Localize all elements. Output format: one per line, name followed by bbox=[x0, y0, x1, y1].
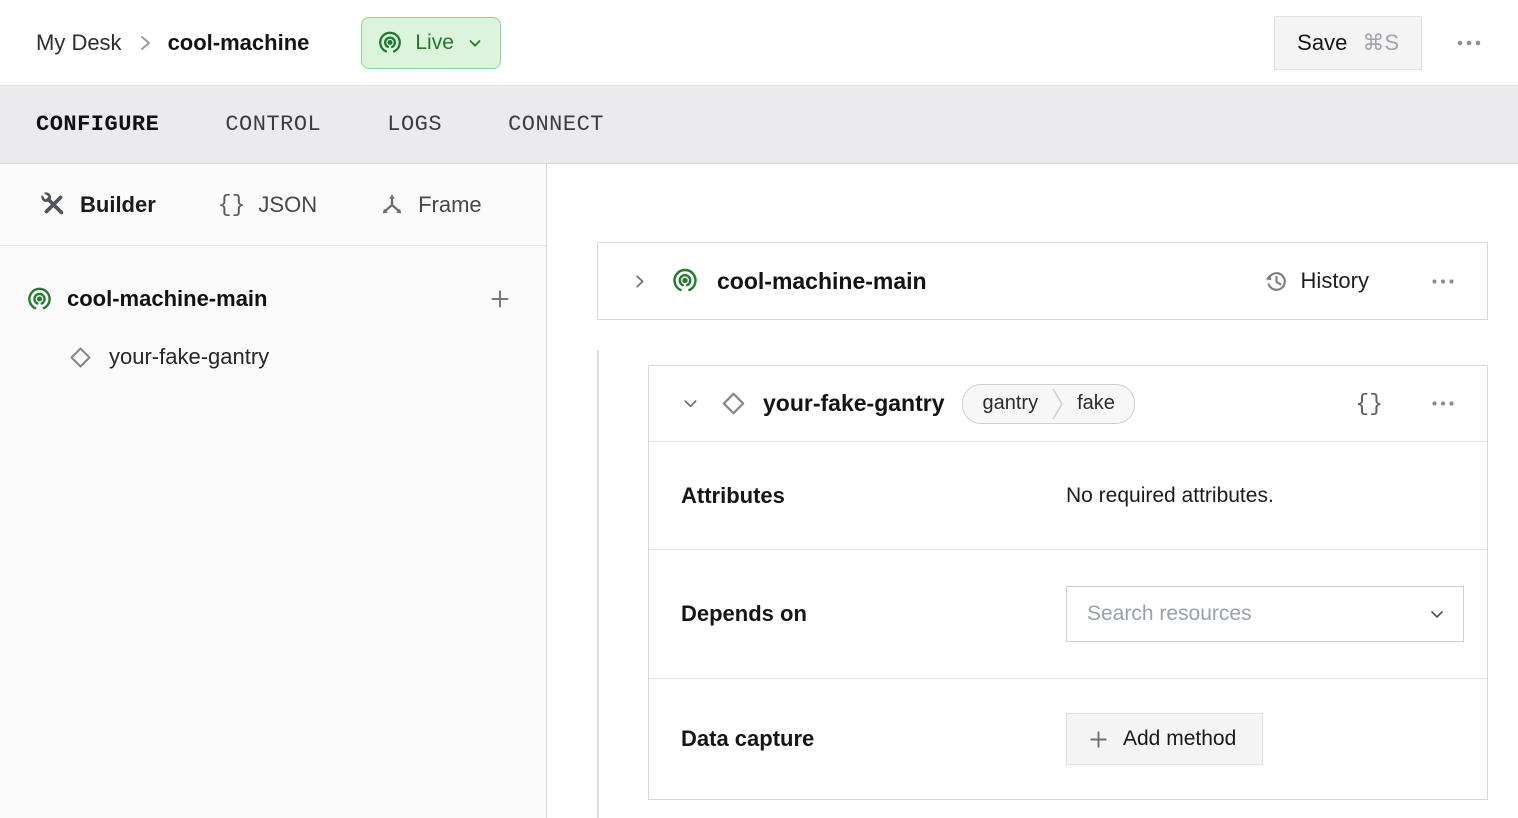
tab-connect[interactable]: CONNECT bbox=[508, 112, 604, 137]
add-resource-button[interactable] bbox=[484, 283, 516, 315]
add-method-label: Add method bbox=[1123, 727, 1236, 751]
braces-icon: {} bbox=[218, 192, 246, 218]
frame-axes-icon bbox=[379, 192, 405, 218]
chevron-down-icon bbox=[466, 34, 484, 52]
tag-separator-icon bbox=[1050, 385, 1065, 423]
breadcrumb-separator-icon bbox=[138, 34, 152, 52]
chevron-down-icon bbox=[681, 394, 700, 413]
mode-builder-label: Builder bbox=[80, 192, 156, 218]
tab-control[interactable]: CONTROL bbox=[225, 112, 321, 137]
plus-icon bbox=[488, 287, 512, 311]
broadcast-icon bbox=[377, 30, 403, 56]
tree-machine-name: cool-machine-main bbox=[67, 286, 267, 312]
save-button-label: Save bbox=[1297, 30, 1347, 56]
mode-frame-tab[interactable]: Frame bbox=[379, 192, 482, 218]
collapse-component-button[interactable] bbox=[677, 390, 704, 417]
save-button[interactable]: Save ⌘S bbox=[1274, 16, 1422, 70]
depends-on-select[interactable] bbox=[1066, 586, 1464, 642]
config-main-panel: cool-machine-main History bbox=[547, 164, 1518, 818]
mode-json-tab[interactable]: {} JSON bbox=[218, 192, 317, 218]
ellipsis-icon bbox=[1431, 277, 1455, 286]
plus-icon bbox=[1087, 728, 1110, 751]
broadcast-icon bbox=[26, 286, 53, 313]
mode-frame-label: Frame bbox=[418, 192, 482, 218]
resource-tree: cool-machine-main your-fake-gantry bbox=[0, 246, 546, 386]
breadcrumb: My Desk cool-machine bbox=[36, 30, 309, 56]
diamond-icon bbox=[720, 390, 747, 417]
app-window: My Desk cool-machine Live Save ⌘S bbox=[0, 0, 1518, 818]
add-method-button[interactable]: Add method bbox=[1066, 713, 1263, 765]
diamond-icon bbox=[68, 345, 93, 370]
depends-on-search-input[interactable] bbox=[1085, 601, 1399, 627]
mode-builder-tab[interactable]: Builder bbox=[40, 191, 156, 218]
attributes-row: Attributes No required attributes. bbox=[649, 441, 1487, 549]
tag-model: fake bbox=[1065, 385, 1134, 423]
component-type-tags: gantry fake bbox=[962, 384, 1134, 424]
history-button[interactable]: History bbox=[1257, 267, 1375, 296]
data-capture-row: Data capture Add method bbox=[649, 678, 1487, 799]
ellipsis-icon bbox=[1431, 399, 1455, 408]
data-capture-label: Data capture bbox=[681, 726, 1066, 752]
attributes-value: No required attributes. bbox=[1066, 484, 1274, 508]
component-menu-button[interactable] bbox=[1427, 395, 1459, 412]
view-mode-switcher: Builder {} JSON Frame bbox=[0, 164, 546, 246]
expand-part-button[interactable] bbox=[626, 268, 653, 295]
machine-part-card: cool-machine-main History bbox=[597, 242, 1488, 320]
history-clock-icon bbox=[1263, 268, 1290, 295]
machine-part-menu-button[interactable] bbox=[1427, 273, 1459, 290]
tree-item-machine[interactable]: cool-machine-main bbox=[26, 270, 516, 328]
live-status-dropdown[interactable]: Live bbox=[361, 17, 501, 69]
config-sidebar: Builder {} JSON Frame bbox=[0, 164, 547, 818]
component-card-header: your-fake-gantry gantry fake {} bbox=[649, 366, 1487, 441]
depends-on-label: Depends on bbox=[681, 601, 1066, 627]
tools-icon bbox=[40, 191, 67, 218]
attributes-label: Attributes bbox=[681, 483, 1066, 509]
history-label: History bbox=[1301, 268, 1369, 294]
tree-item-component[interactable]: your-fake-gantry bbox=[68, 328, 516, 386]
top-bar: My Desk cool-machine Live Save ⌘S bbox=[0, 0, 1518, 86]
tag-type: gantry bbox=[963, 385, 1050, 423]
component-title: your-fake-gantry bbox=[763, 390, 944, 417]
topbar-overflow-menu-button[interactable] bbox=[1452, 34, 1486, 52]
tab-bar: CONFIGURE CONTROL LOGS CONNECT bbox=[0, 86, 1518, 164]
tree-component-name: your-fake-gantry bbox=[109, 344, 269, 370]
component-card: your-fake-gantry gantry fake {} bbox=[648, 365, 1488, 800]
json-braces-icon[interactable]: {} bbox=[1355, 391, 1383, 417]
depends-on-row: Depends on bbox=[649, 549, 1487, 678]
machine-part-title: cool-machine-main bbox=[717, 268, 927, 295]
tab-logs[interactable]: LOGS bbox=[387, 112, 442, 137]
chevron-right-icon bbox=[630, 272, 649, 291]
mode-json-label: JSON bbox=[258, 192, 317, 218]
group-rail bbox=[597, 350, 599, 818]
breadcrumb-current-machine: cool-machine bbox=[168, 30, 310, 56]
content-area: Builder {} JSON Frame bbox=[0, 164, 1518, 818]
chevron-down-icon bbox=[1427, 604, 1447, 624]
broadcast-icon bbox=[671, 267, 699, 295]
save-shortcut-hint: ⌘S bbox=[1362, 30, 1399, 56]
ellipsis-icon bbox=[1456, 38, 1482, 48]
tab-configure[interactable]: CONFIGURE bbox=[36, 112, 159, 137]
live-status-label: Live bbox=[415, 31, 454, 55]
breadcrumb-root-link[interactable]: My Desk bbox=[36, 30, 122, 56]
